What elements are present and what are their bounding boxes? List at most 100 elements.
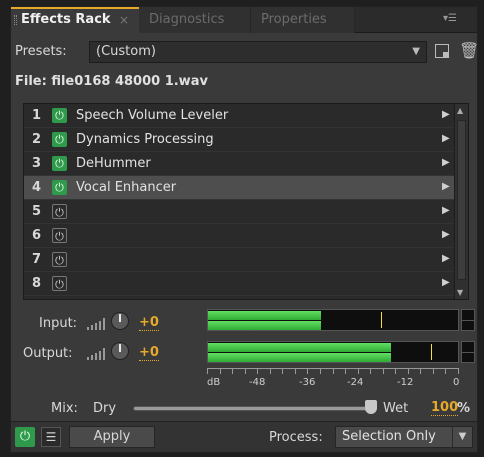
power-icon[interactable]: ⏻ xyxy=(52,252,67,267)
tab-diagnostics[interactable]: Diagnostics xyxy=(139,7,251,33)
effect-slot-row[interactable]: 5 ⏻ ▶ xyxy=(24,200,454,224)
slot-number: 1 xyxy=(32,108,42,123)
effect-name[interactable]: Vocal Enhancer xyxy=(76,180,176,195)
chevron-right-icon[interactable]: ▶ xyxy=(442,181,450,192)
output-gain-knob[interactable] xyxy=(111,342,129,360)
tab-effects-rack[interactable]: Effects Rack × xyxy=(11,7,139,33)
master-power-icon[interactable]: ⏻ xyxy=(15,427,35,447)
presets-value: (Custom) xyxy=(96,44,156,59)
chevron-right-icon[interactable]: ▶ xyxy=(442,205,450,216)
effect-name[interactable]: Speech Volume Leveler xyxy=(76,108,228,123)
output-level-meter xyxy=(207,341,459,363)
db-tick xyxy=(282,369,283,374)
mix-slider[interactable] xyxy=(133,406,373,411)
chevron-right-icon[interactable]: ▶ xyxy=(442,253,450,264)
file-name: File: file0168 48000 1.wav xyxy=(15,74,208,89)
scroll-up-icon[interactable]: ▲ xyxy=(457,106,463,115)
effect-slot-row[interactable]: 1 ⏻ Speech Volume Leveler ▶ xyxy=(24,104,454,128)
power-icon[interactable]: ⏻ xyxy=(52,276,67,291)
input-meter-left xyxy=(208,311,321,320)
chevron-right-icon[interactable]: ▶ xyxy=(442,157,450,168)
db-scale-label: -12 xyxy=(397,377,414,388)
db-tick xyxy=(420,369,421,374)
power-icon[interactable]: ⏻ xyxy=(52,228,67,243)
process-value: Selection Only xyxy=(342,429,436,444)
slot-number: 5 xyxy=(32,204,42,219)
chevron-down-icon: ▼ xyxy=(412,46,420,57)
process-dropdown[interactable]: Selection Only ▼ xyxy=(335,426,473,448)
db-tick xyxy=(270,369,271,374)
db-tick xyxy=(408,369,409,374)
db-tick xyxy=(257,369,258,374)
chevron-right-icon[interactable]: ▶ xyxy=(442,277,450,288)
power-icon[interactable]: ⏻ xyxy=(52,204,67,219)
input-clip-indicator[interactable] xyxy=(461,309,475,331)
save-preset-icon[interactable] xyxy=(435,44,449,58)
bottom-toolbar: ⏻ ☰ Apply Process: Selection Only ▼ xyxy=(11,421,477,452)
slot-number: 2 xyxy=(32,132,42,147)
chevron-down-icon: ▼ xyxy=(452,427,472,447)
power-icon[interactable]: ⏻ xyxy=(52,132,67,147)
mix-slider-fill xyxy=(134,407,372,410)
effect-slot-row[interactable]: 6 ⏻ ▶ xyxy=(24,224,454,248)
db-scale-label: -48 xyxy=(249,377,266,388)
power-icon[interactable]: ⏻ xyxy=(52,156,67,171)
tab-properties[interactable]: Properties xyxy=(251,7,355,33)
db-tick xyxy=(458,369,459,374)
effect-name[interactable]: DeHummer xyxy=(76,156,151,171)
input-gain-knob[interactable] xyxy=(111,312,129,330)
apply-button[interactable]: Apply xyxy=(69,426,155,448)
input-label: Input: xyxy=(39,316,78,331)
db-tick xyxy=(207,369,208,374)
power-icon[interactable]: ⏻ xyxy=(52,108,67,123)
slot-number: 6 xyxy=(32,228,42,243)
scroll-down-icon[interactable]: ▼ xyxy=(457,288,463,297)
effect-slot-row[interactable]: 8 ⏻ ▶ xyxy=(24,272,454,296)
drag-grip-icon[interactable] xyxy=(14,15,17,25)
vertical-scrollbar[interactable]: ▲ ▼ xyxy=(454,104,468,299)
mix-dry-label: Dry xyxy=(93,401,117,416)
input-meter-right xyxy=(208,321,321,330)
chevron-right-icon[interactable]: ▶ xyxy=(442,229,450,240)
mix-slider-handle[interactable] xyxy=(365,400,377,414)
effects-rack-panel: Effects Rack × Diagnostics Properties ▾☰… xyxy=(10,6,479,453)
mix-value[interactable]: 100 xyxy=(431,401,459,416)
input-level-meter xyxy=(207,309,459,331)
tab-bar: Effects Rack × Diagnostics Properties ▾☰ xyxy=(11,7,477,33)
slot-number: 3 xyxy=(32,156,42,171)
db-scale-ticks xyxy=(207,368,459,374)
input-peak-marker xyxy=(381,312,382,328)
db-tick xyxy=(295,369,296,374)
chevron-right-icon[interactable]: ▶ xyxy=(442,133,450,144)
input-gain-value[interactable]: +0 xyxy=(139,316,159,331)
mix-wet-label: Wet xyxy=(383,401,409,416)
db-tick xyxy=(370,369,371,374)
db-tick xyxy=(383,369,384,374)
db-scale-label: 0 xyxy=(453,377,460,388)
tab-label: Effects Rack xyxy=(21,12,111,27)
db-tick xyxy=(245,369,246,374)
db-tick xyxy=(445,369,446,374)
effect-name[interactable]: Dynamics Processing xyxy=(76,132,214,147)
scroll-thumb[interactable] xyxy=(457,120,466,280)
effect-slot-row[interactable]: 3 ⏻ DeHummer ▶ xyxy=(24,152,454,176)
presets-dropdown[interactable]: (Custom) ▼ xyxy=(89,41,427,63)
power-icon[interactable]: ⏻ xyxy=(52,180,67,195)
output-gain-value[interactable]: +0 xyxy=(139,346,159,361)
list-view-icon[interactable]: ☰ xyxy=(41,427,61,447)
output-meter-left xyxy=(208,343,391,352)
db-tick xyxy=(345,369,346,374)
effect-slot-row[interactable]: 2 ⏻ Dynamics Processing ▶ xyxy=(24,128,454,152)
output-clip-indicator[interactable] xyxy=(461,341,475,363)
close-tab-icon[interactable]: × xyxy=(119,9,129,31)
effects-list: 1 ⏻ Speech Volume Leveler ▶ 2 ⏻ Dynamics Proce… xyxy=(23,103,469,300)
chevron-right-icon[interactable]: ▶ xyxy=(442,109,450,120)
slot-number: 7 xyxy=(32,252,42,267)
panel-menu-icon[interactable]: ▾☰ xyxy=(443,13,469,27)
effect-slot-row[interactable]: 7 ⏻ ▶ xyxy=(24,248,454,272)
db-tick xyxy=(220,369,221,374)
mix-label: Mix: xyxy=(51,401,78,416)
db-tick xyxy=(320,369,321,374)
effect-slot-row[interactable]: 4 ⏻ Vocal Enhancer ▶ xyxy=(24,176,454,200)
trash-icon[interactable]: 🗑 xyxy=(459,41,479,60)
